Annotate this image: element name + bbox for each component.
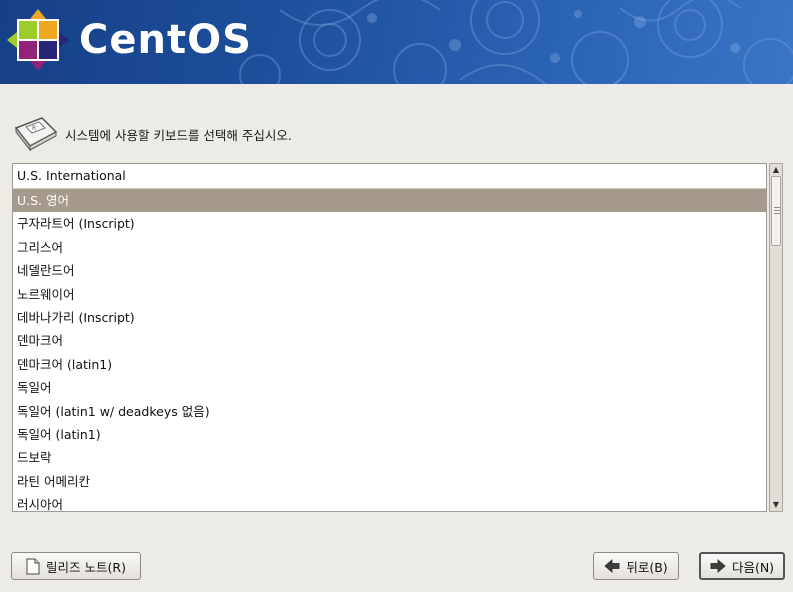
list-item[interactable]: 덴마크어 (13, 329, 766, 352)
list-item[interactable]: 그리스어 (13, 236, 766, 259)
next-button[interactable]: 다음(N) (699, 552, 785, 580)
release-notes-button[interactable]: 릴리즈 노트(R) (11, 552, 141, 580)
release-notes-label: 릴리즈 노트(R) (46, 559, 126, 575)
list-item[interactable]: 구자라트어 (Inscript) (13, 212, 766, 235)
arrow-left-icon (604, 559, 620, 573)
scroll-thumb[interactable] (771, 176, 781, 246)
document-icon (26, 558, 40, 574)
list-item[interactable]: 데바나가리 (Inscript) (13, 306, 766, 329)
keyboard-icon: R (14, 117, 58, 152)
scroll-up-icon[interactable]: ▲ (770, 164, 782, 176)
next-label: 다음(N) (731, 559, 775, 575)
keyboard-layout-list[interactable]: U.S. International U.S. 영어 구자라트어 (Inscri… (12, 163, 767, 512)
list-item-selected[interactable]: U.S. 영어 (13, 189, 766, 213)
list-item[interactable]: 드보락 (13, 446, 766, 469)
centos-wordmark: CentOS (79, 17, 252, 63)
list-item[interactable]: 독일어 (13, 376, 766, 399)
vertical-scrollbar[interactable]: ▲ ▼ (769, 163, 783, 512)
list-item[interactable]: 덴마크어 (latin1) (13, 353, 766, 376)
back-button[interactable]: 뒤로(B) (593, 552, 679, 580)
keyboard-list-frame: U.S. International U.S. 영어 구자라트어 (Inscri… (12, 163, 783, 512)
list-item[interactable]: 라틴 어메리칸 (13, 470, 766, 493)
svg-text:R: R (32, 125, 36, 132)
list-item[interactable]: U.S. International (13, 164, 766, 189)
prompt-text: 시스템에 사용할 키보드를 선택해 주십시오. (65, 128, 292, 143)
centos-banner: CentOS (0, 0, 793, 84)
list-item[interactable]: 독일어 (latin1 w/ deadkeys 없음) (13, 400, 766, 423)
back-label: 뒤로(B) (626, 559, 668, 575)
list-item[interactable]: 러시아어 (13, 493, 766, 511)
centos-logo-icon (7, 9, 69, 71)
list-item[interactable]: 독일어 (latin1) (13, 423, 766, 446)
list-item[interactable]: 노르웨이어 (13, 283, 766, 306)
scroll-down-icon[interactable]: ▼ (770, 499, 782, 511)
list-item[interactable]: 네델란드어 (13, 259, 766, 282)
arrow-right-icon (710, 559, 726, 573)
